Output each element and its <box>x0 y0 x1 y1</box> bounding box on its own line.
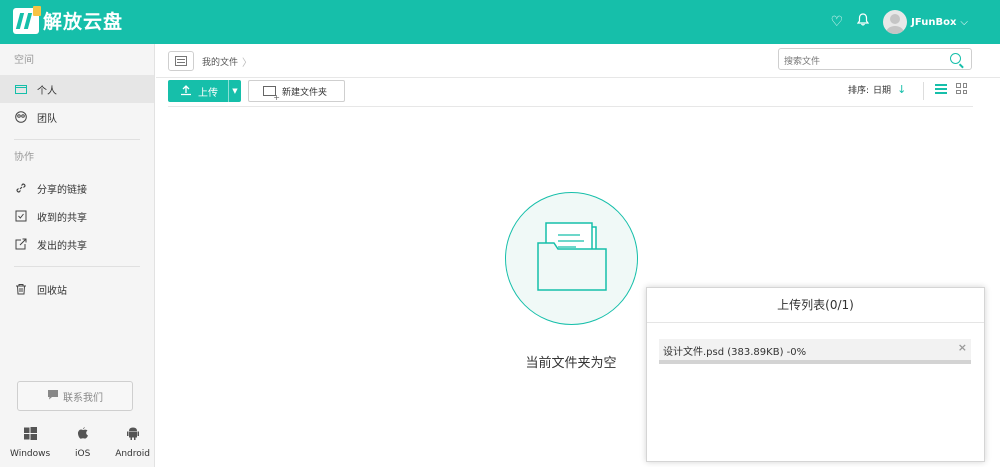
contact-us-button[interactable]: 联系我们 <box>17 381 133 411</box>
search-box <box>778 48 972 72</box>
empty-folder-illustration <box>505 192 638 325</box>
sidebar-item-label: 个人 <box>37 85 57 97</box>
sidebar-item-label: 分享的链接 <box>37 184 87 196</box>
search-input[interactable] <box>779 52 939 72</box>
platform-windows[interactable]: Windows <box>10 426 50 459</box>
search-icon[interactable] <box>950 53 961 64</box>
sidebar-item-label: 发出的共享 <box>37 240 87 252</box>
divider <box>14 266 140 267</box>
new-folder-label: 新建文件夹 <box>282 87 328 98</box>
chat-bubble-icon <box>47 389 59 403</box>
sidebar-item-recycle[interactable]: 回收站 <box>0 275 154 303</box>
logo-icon <box>13 5 41 34</box>
divider <box>923 82 924 100</box>
list-view-icon[interactable] <box>935 84 947 94</box>
folder-icon <box>14 82 28 96</box>
apple-icon <box>77 426 89 446</box>
platform-android[interactable]: Android <box>115 426 150 459</box>
android-icon <box>126 426 139 446</box>
empty-state-text: 当前文件夹为空 <box>525 356 617 371</box>
avatar[interactable] <box>883 10 908 34</box>
upload-file-entry: 设计文件.psd (383.89KB) -0% <box>663 347 807 358</box>
sidebar-item-label: 团队 <box>37 113 57 125</box>
sidebar-item-received[interactable]: 收到的共享 <box>0 202 154 230</box>
sidebar-item-sent[interactable]: 发出的共享 <box>0 230 154 258</box>
arrow-down-icon: ↓ <box>897 83 907 96</box>
sidebar-item-personal[interactable]: 个人 <box>0 75 154 103</box>
top-bar: 解放云盘 ♡ JFunBox ⌵ <box>0 0 1000 44</box>
sort-control[interactable]: 排序: 日期 ↓ <box>848 83 906 96</box>
chevron-right-icon: 〉 <box>242 57 253 69</box>
close-icon[interactable]: × <box>958 341 967 354</box>
upload-dropdown-caret[interactable]: ▼ <box>228 80 241 102</box>
sidebar-section-space: 空间 <box>14 55 34 66</box>
sort-label: 排序: <box>848 86 870 96</box>
new-folder-button[interactable]: 新建文件夹 <box>248 80 345 102</box>
divider <box>14 139 140 140</box>
list-panel-icon <box>175 56 187 66</box>
bell-icon[interactable] <box>856 10 870 34</box>
app-logo[interactable]: 解放云盘 <box>13 5 124 34</box>
sidebar-item-team[interactable]: 团队 <box>0 103 154 131</box>
grid-view-icon[interactable] <box>956 83 967 94</box>
chevron-down-icon[interactable]: ⌵ <box>960 17 968 28</box>
sidebar-item-shared-links[interactable]: 分享的链接 <box>0 174 154 202</box>
contact-us-label: 联系我们 <box>63 392 103 404</box>
sidebar-item-label: 回收站 <box>37 285 67 297</box>
trash-icon <box>14 282 28 296</box>
toolbar: 上传 ▼ 新建文件夹 排序: 日期 ↓ <box>168 80 973 104</box>
divider <box>168 106 973 107</box>
windows-icon <box>23 426 37 446</box>
new-folder-icon <box>263 86 280 102</box>
user-name[interactable]: JFunBox <box>911 17 956 28</box>
link-icon <box>14 181 28 195</box>
sidebar-section-collab: 协作 <box>14 152 34 163</box>
upload-list-item: 设计文件.psd (383.89KB) -0% × <box>659 339 971 364</box>
upload-progress-bar <box>659 360 971 364</box>
empty-folder-icon <box>537 222 607 291</box>
share-out-icon <box>14 237 28 251</box>
sort-value: 日期 <box>873 86 892 96</box>
inbox-check-icon <box>14 209 28 223</box>
app-title: 解放云盘 <box>43 11 124 33</box>
heart-icon[interactable]: ♡ <box>831 10 844 34</box>
platform-label: Windows <box>10 449 51 459</box>
toggle-tree-button[interactable] <box>168 51 194 71</box>
upload-panel-title: 上传列表(0/1) <box>647 288 984 323</box>
upload-label: 上传 <box>198 87 218 99</box>
platform-ios[interactable]: iOS <box>75 426 90 459</box>
upload-icon <box>180 84 192 99</box>
top-right-actions: ♡ JFunBox ⌵ <box>831 10 968 34</box>
team-icon <box>14 110 28 124</box>
platform-label: Android <box>115 449 150 459</box>
upload-button[interactable]: 上传 ▼ <box>168 80 241 102</box>
upload-list-panel: 上传列表(0/1) 设计文件.psd (383.89KB) -0% × <box>646 287 985 462</box>
breadcrumb: 我的文件 〉 <box>168 50 252 72</box>
platform-downloads: Windows iOS Android <box>10 426 150 459</box>
breadcrumb-current[interactable]: 我的文件 <box>202 55 238 68</box>
divider <box>156 77 1000 78</box>
sidebar-item-label: 收到的共享 <box>37 212 87 224</box>
sidebar: 空间 个人 团队 协作 分享的链接 收到的共享 发出的共享 回收站 联系我们 W… <box>0 44 155 467</box>
platform-label: iOS <box>75 449 91 459</box>
